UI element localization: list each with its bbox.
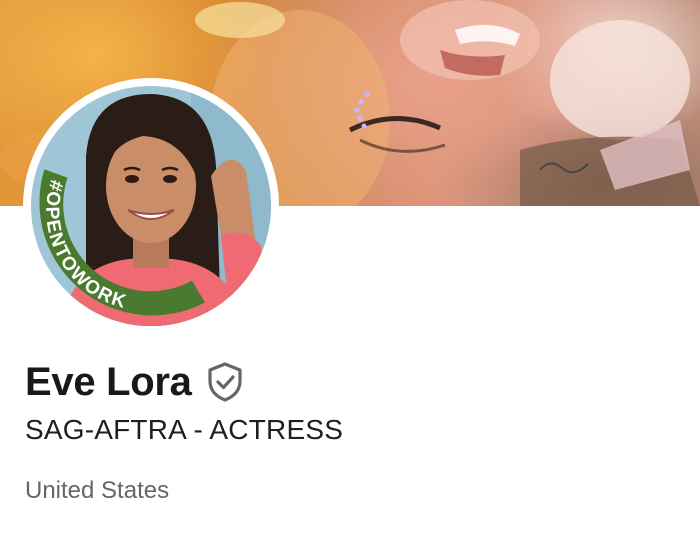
profile-headline: SAG-AFTRA - ACTRESS	[25, 414, 344, 445]
shield-check-icon[interactable]	[206, 360, 246, 404]
profile-location: United States	[25, 477, 170, 504]
open-to-work-badge: #OPENTOWORK	[41, 178, 129, 313]
name-row: Eve Lora	[25, 357, 246, 407]
open-to-work-frame: #OPENTOWORK	[39, 169, 206, 316]
profile-name: Eve Lora	[25, 359, 192, 404]
